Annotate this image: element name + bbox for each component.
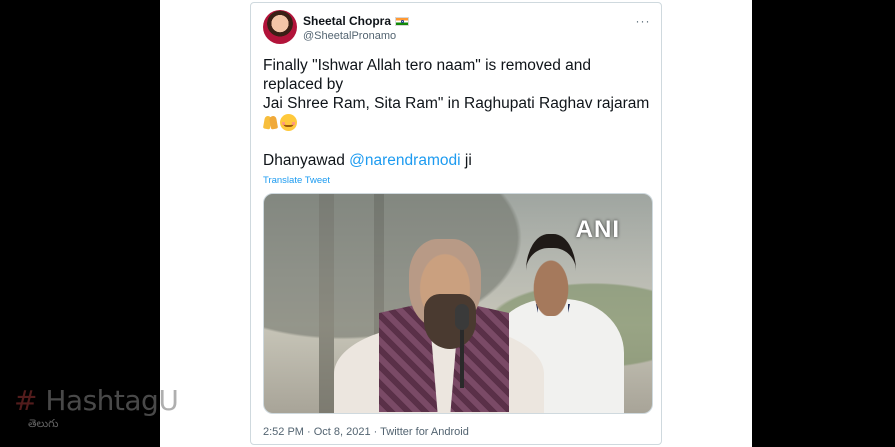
display-name-text[interactable]: Sheetal Chopra — [303, 14, 391, 28]
tweet-card[interactable]: Sheetal Chopra @SheetalPronamo ··· Final… — [250, 2, 662, 445]
media-watermark: ANI — [575, 216, 620, 243]
microphone-stand — [460, 328, 464, 388]
hashtag-icon: # — [14, 384, 37, 417]
tweet-line: replaced by — [263, 76, 344, 93]
avatar[interactable] — [263, 10, 297, 44]
mention-link[interactable]: @narendramodi — [349, 152, 460, 169]
tweet-line: Jai Shree Ram, Sita Ram" in Raghupati Ra… — [263, 95, 650, 112]
thanks-suffix: ji — [460, 152, 472, 169]
watermark-subtitle: తెలుగు — [28, 418, 59, 430]
watermark-brand: HashtagU — [36, 384, 179, 417]
microphone-icon — [455, 304, 469, 330]
tweet-video[interactable]: ANI — [263, 193, 653, 414]
user-handle[interactable]: @SheetalPronamo — [303, 30, 396, 42]
display-name[interactable]: Sheetal Chopra — [303, 14, 410, 28]
site-watermark: # HashtagU — [14, 384, 179, 417]
tweet-text: Finally "Ishwar Allah tero naam" is remo… — [263, 56, 653, 131]
tweet-thanks-line: Dhanyawad @narendramodi ji — [263, 151, 472, 170]
emoji-row — [263, 114, 653, 131]
india-flag-icon — [395, 17, 410, 26]
translate-tweet-link[interactable]: Translate Tweet — [263, 175, 330, 186]
folded-hands-icon — [263, 114, 278, 129]
more-options-icon[interactable]: ··· — [633, 13, 653, 29]
video-person-head — [526, 234, 576, 316]
tweet-line: Finally "Ishwar Allah tero naam" is remo… — [263, 57, 592, 74]
tweet-timestamp[interactable]: 2:52 PM · Oct 8, 2021 · Twitter for Andr… — [263, 426, 469, 438]
smiling-face-icon — [280, 114, 297, 131]
thanks-prefix: Dhanyawad — [263, 152, 350, 169]
